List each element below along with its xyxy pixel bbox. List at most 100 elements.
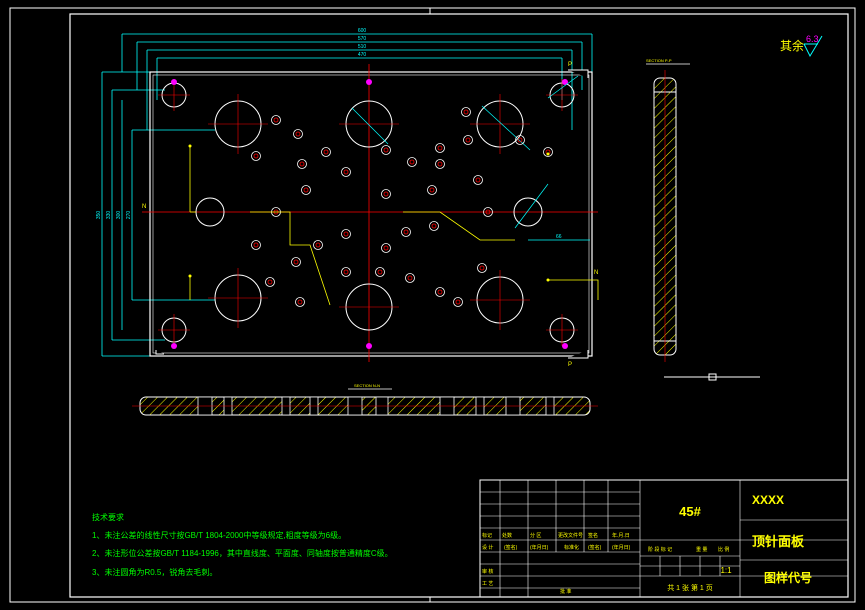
tb-row-label-5: 年.月.日 [612,532,630,539]
title-block: 45# XXXX 顶针面板 图样代号 1:1 共 1 张 第 1 页 标记 处数… [479,479,849,598]
ejector-pin-hole [341,229,351,239]
ejector-pin-hole [295,297,305,307]
ejector-pin-hole [251,240,261,250]
ejector-pin-hole [381,145,391,155]
ejector-pin-center [437,161,443,167]
ejector-pin-center [343,269,349,275]
ejector-pin-center [293,259,299,265]
tb-sheets: 共 1 张 第 1 页 [667,583,713,592]
ejector-pin-hole [341,267,351,277]
ejector-pin-hole [473,175,483,185]
tb-row-label-0: 标记 [482,532,492,539]
side-section-label: SECTION P-P [646,58,672,63]
tb-company: XXXX [752,493,784,507]
ejector-pin-center [299,161,305,167]
note-3: 3、未注圆角为R0.5，锐角去毛刺。 [92,567,217,577]
tb-sign-label-3: 标准化 [564,544,579,551]
cad-drawing: 其余 6.3 600 570 510 470 350 330 300 270 6… [9,7,856,603]
ejector-pin-hole [401,227,411,237]
ejector-pin-hole [381,189,391,199]
tb-bottom-label-1: 工 艺 [482,581,493,587]
tb-sign-label-4: (签名) [588,544,602,551]
ejector-pin-center [479,265,485,271]
tb-sign-label-0: 设 计 [482,544,493,551]
surface-symbol-value: 6.3 [806,34,819,44]
ejector-pin-center [437,145,443,151]
ejector-pin-center [267,279,273,285]
ejector-pin-hole [427,185,437,195]
note-2: 2、未注形位公差按GB/T 1184-1996，其中直线度、平面度、同轴度按普通… [92,548,393,558]
ejector-pin-hole [297,159,307,169]
ejector-pin-center [273,117,279,123]
ejector-pin-hole [477,263,487,273]
cut-mark-left: N [142,204,146,210]
ejector-pin-hole [321,147,331,157]
ejector-pin-hole [429,221,439,231]
ejector-pin-center [455,299,461,305]
ejector-pin-center [303,187,309,193]
tb-stage-label-0: 阶 段 标 记 [648,546,672,553]
technical-notes: 技术要求 1、未注公差的线性尺寸按GB/T 1804-2000中等级规定,粗度等… [92,512,393,577]
dim-v1: 350 [96,211,102,220]
ejector-pin-center [253,153,259,159]
ejector-pin-hole [341,167,351,177]
large-hole-centers [158,79,578,346]
ejector-pin-hole [291,257,301,267]
dim-v4: 270 [126,211,132,220]
inner-frame [69,13,849,598]
ejector-pin-hole [435,159,445,169]
ejector-pin-hole [453,297,463,307]
ejector-pin-center [343,169,349,175]
surface-symbol-prefix: 其余 [780,38,804,53]
tb-row-label-3: 更改文件号 [558,532,583,539]
ejector-pin-center [475,177,481,183]
tb-part-name: 顶针面板 [752,534,805,549]
ejector-pin-center [343,231,349,237]
ejector-pin-hole [265,277,275,287]
cut-mark-right: N [594,270,598,276]
ejector-pin-hole [463,135,473,145]
dim-v3: 300 [116,211,122,220]
tb-scale: 1:1 [720,566,732,575]
dim-h4: 470 [358,52,367,58]
ejector-pin-hole [381,243,391,253]
ejector-pin-hole [313,240,323,250]
ejector-pin-hole [375,267,385,277]
tb-row-label-4: 签名 [588,532,598,539]
dim-h3: 510 [358,44,367,50]
ejector-pin-center [431,223,437,229]
ejector-pin-center [383,245,389,251]
tb-stage-label-2: 比 例 [718,546,729,553]
ejector-pin-center [409,159,415,165]
cut-mark-bottom: P [568,362,572,368]
datum-symbol [664,373,760,381]
tb-bottom-label-0: 审 核 [482,568,493,575]
bottom-section-label: SECTION N-N [354,383,380,388]
ejector-pin-hole [293,129,303,139]
side-section-view: SECTION P-P [646,58,690,362]
tb-drawing-code: 图样代号 [764,570,812,585]
ejector-pin-center [437,289,443,295]
dim-h1: 600 [358,28,367,34]
ejector-pin-center [297,299,303,305]
ejector-pin-hole [461,107,471,117]
ejector-pin-center [403,229,409,235]
tb-material: 45# [679,504,701,519]
ejector-pin-center [407,275,413,281]
ejector-pin-center [295,131,301,137]
tb-sign-label-2: (年月日) [530,544,549,551]
tb-row-label-1: 处数 [502,532,512,539]
dim-small-right: 66 [556,234,562,240]
ejector-pin-center [465,137,471,143]
ejector-pin-hole [271,115,281,125]
ejector-pin-center [253,242,259,248]
plate-main-view: 600 570 510 470 350 330 300 270 66 P P N… [96,28,599,368]
ejector-pin-hole [251,151,261,161]
ejector-pin-center [315,242,321,248]
diagonal-dimension-leaders [351,75,590,241]
ejector-pin-hole [435,143,445,153]
ejector-pin-hole [407,157,417,167]
ejector-pin-center [383,191,389,197]
ejector-pin-holes [251,107,553,307]
tb-sign-label-1: (签名) [504,544,518,551]
